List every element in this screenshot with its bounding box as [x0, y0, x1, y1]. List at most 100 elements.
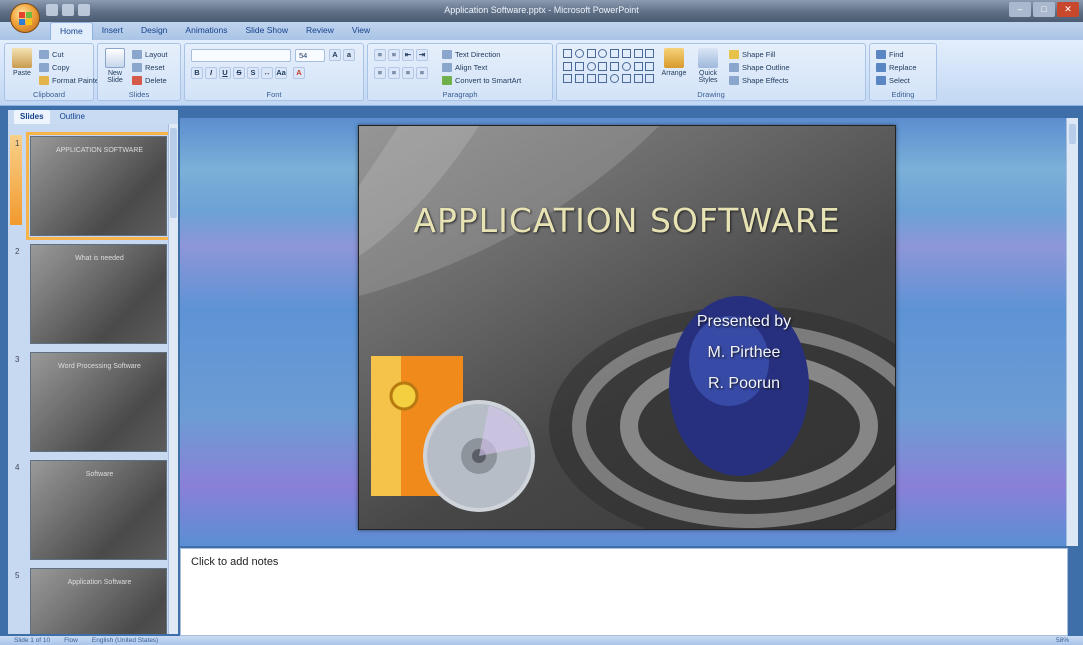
maximize-button[interactable]: □	[1033, 2, 1055, 17]
replace-button[interactable]: Replace	[876, 63, 917, 72]
shrink-font-icon[interactable]: a	[343, 49, 355, 61]
notes-placeholder: Click to add notes	[191, 556, 279, 568]
format-painter-icon	[39, 76, 49, 85]
tab-animations[interactable]: Animations	[176, 22, 236, 40]
smartart-button[interactable]: Convert to SmartArt	[442, 76, 521, 85]
shape-outline-button[interactable]: Shape Outline	[729, 63, 790, 72]
tab-review[interactable]: Review	[297, 22, 343, 40]
slide-thumbnail[interactable]: 1 APPLICATION SOFTWARE	[15, 132, 171, 240]
layout-button[interactable]: Layout	[132, 50, 168, 59]
align-right-icon[interactable]: ≡	[402, 67, 414, 79]
paste-button[interactable]: Paste	[9, 48, 35, 82]
select-button[interactable]: Select	[876, 76, 910, 85]
shape-outline-icon	[729, 63, 739, 72]
slides-group: New Slide Layout Reset Delete Slides	[97, 43, 181, 101]
thumbnail-scrollbar[interactable]	[168, 124, 178, 634]
shape-fill-button[interactable]: Shape Fill	[729, 50, 775, 59]
arrange-button[interactable]: Arrange	[661, 48, 687, 82]
window-title: Application Software.pptx - Microsoft Po…	[444, 5, 639, 15]
align-text-button[interactable]: Align Text	[442, 63, 487, 72]
select-icon	[876, 76, 886, 85]
quick-styles-icon	[698, 48, 718, 68]
delete-button[interactable]: Delete	[132, 76, 167, 85]
align-left-icon[interactable]: ≡	[374, 67, 386, 79]
bold-icon[interactable]: B	[191, 67, 203, 79]
font-color-icon[interactable]: A	[293, 67, 305, 79]
current-slide[interactable]: APPLICATION SOFTWARE Presented by M. Pir…	[358, 125, 896, 530]
window-controls: – □ ✕	[1009, 2, 1079, 17]
slide-thumbnail[interactable]: 5 Application Software	[15, 568, 167, 634]
bullets-icon[interactable]: ≡	[374, 49, 386, 61]
font-group: 54 A a B I U S S ↔ Aa A Font	[184, 43, 364, 101]
underline-icon[interactable]: U	[219, 67, 231, 79]
tab-slides[interactable]: Slides	[14, 110, 50, 124]
editing-group: Find Replace Select Editing	[869, 43, 937, 101]
presenter-name-2: R. Poorun	[707, 375, 781, 392]
char-spacing-icon[interactable]: ↔	[261, 67, 273, 79]
slide-thumbnail[interactable]: 4 Software	[15, 460, 167, 560]
shape-effects-button[interactable]: Shape Effects	[729, 76, 789, 85]
format-painter-button[interactable]: Format Painter	[39, 76, 102, 85]
scroll-thumb[interactable]	[170, 128, 177, 218]
change-case-icon[interactable]: Aa	[275, 67, 287, 79]
cut-icon	[39, 50, 49, 59]
cut-button[interactable]: Cut	[39, 50, 64, 59]
reset-button[interactable]: Reset	[132, 63, 165, 72]
tab-outline[interactable]: Outline	[54, 110, 91, 124]
drawing-group: Arrange Quick Styles Shape Fill Shape Ou…	[556, 43, 866, 101]
slide-title[interactable]: APPLICATION SOFTWARE	[359, 201, 895, 240]
font-name-box[interactable]	[191, 49, 291, 62]
slide-thumbnail[interactable]: 3 Word Processing Software	[15, 352, 167, 452]
increase-indent-icon[interactable]: ⇥	[416, 49, 428, 61]
status-bar: Slide 1 of 10 Flow English (United State…	[0, 636, 1083, 645]
shapes-gallery[interactable]	[563, 49, 655, 85]
arrange-icon	[664, 48, 684, 68]
selected-slide-marker	[10, 135, 22, 225]
drawing-group-label: Drawing	[697, 90, 725, 99]
slides-outline-tabs: Slides Outline	[8, 110, 178, 124]
font-size-box[interactable]: 54	[295, 49, 325, 62]
quick-styles-button[interactable]: Quick Styles	[693, 48, 723, 84]
language-status[interactable]: English (United States)	[92, 637, 158, 644]
slide-count-status: Slide 1 of 10	[14, 637, 51, 644]
slides-group-label: Slides	[128, 90, 150, 99]
notes-pane[interactable]: Click to add notes	[180, 548, 1068, 636]
align-center-icon[interactable]: ≡	[388, 67, 400, 79]
new-slide-icon	[105, 48, 125, 68]
grow-font-icon[interactable]: A	[329, 49, 341, 61]
close-button[interactable]: ✕	[1057, 2, 1079, 17]
paste-icon	[12, 48, 32, 68]
tab-view[interactable]: View	[343, 22, 379, 40]
paragraph-group: ≡ ≡ ⇤ ⇥ ≡ ≡ ≡ ≡ Text Direction Align Tex…	[367, 43, 553, 101]
italic-icon[interactable]: I	[205, 67, 217, 79]
ribbon-tabs: Home Insert Design Animations Slide Show…	[0, 22, 1083, 40]
tab-design[interactable]: Design	[132, 22, 176, 40]
decrease-indent-icon[interactable]: ⇤	[402, 49, 414, 61]
strikethrough-icon[interactable]: S	[233, 67, 245, 79]
office-button[interactable]	[10, 3, 40, 33]
minimize-button[interactable]: –	[1009, 2, 1031, 17]
find-icon	[876, 50, 886, 59]
clipboard-group-label: Clipboard	[32, 90, 66, 99]
tab-home[interactable]: Home	[50, 22, 93, 40]
vertical-scrollbar[interactable]	[1066, 118, 1078, 546]
slide-thumbnail[interactable]: 2 What is needed	[15, 244, 167, 344]
find-button[interactable]: Find	[876, 50, 904, 59]
text-direction-button[interactable]: Text Direction	[442, 50, 500, 59]
title-bar: Application Software.pptx - Microsoft Po…	[0, 0, 1083, 22]
copy-button[interactable]: Copy	[39, 63, 70, 72]
justify-icon[interactable]: ≡	[416, 67, 428, 79]
presented-by-label: Presented by	[696, 313, 792, 330]
numbering-icon[interactable]: ≡	[388, 49, 400, 61]
editing-group-label: Editing	[891, 90, 915, 99]
new-slide-button[interactable]: New Slide	[102, 48, 128, 84]
tab-slide-show[interactable]: Slide Show	[236, 22, 297, 40]
scroll-thumb[interactable]	[1069, 124, 1076, 144]
tab-insert[interactable]: Insert	[93, 22, 132, 40]
presenter-block[interactable]: Presented by M. Pirthee R. Poorun	[659, 306, 829, 399]
zoom-level[interactable]: 58%	[1056, 637, 1069, 644]
align-text-icon	[442, 63, 452, 72]
ribbon: Paste Cut Copy Format Painter Clipboard …	[0, 40, 1083, 106]
reset-icon	[132, 63, 142, 72]
shadow-icon[interactable]: S	[247, 67, 259, 79]
